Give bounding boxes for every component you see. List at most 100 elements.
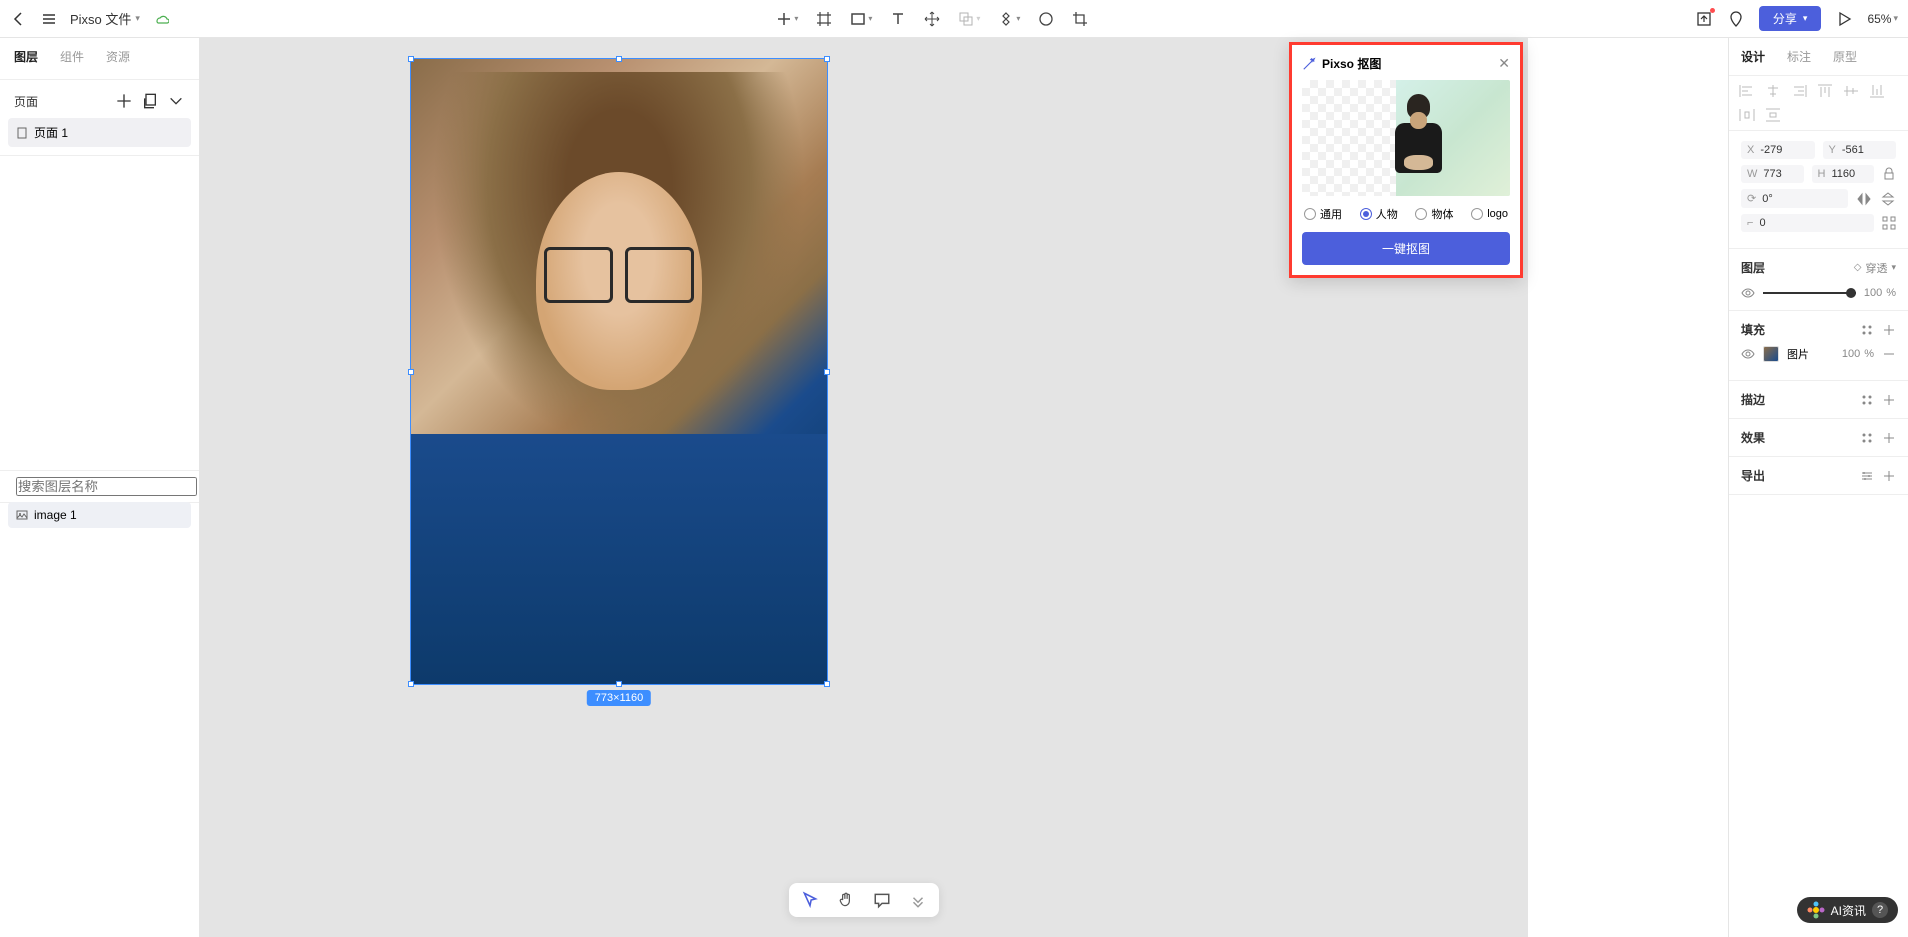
tab-prototype[interactable]: 原型 bbox=[1833, 48, 1857, 65]
fill-item[interactable]: 图片 100 % bbox=[1741, 338, 1896, 370]
tab-design[interactable]: 设计 bbox=[1741, 48, 1765, 65]
resize-handle-tm[interactable] bbox=[616, 56, 622, 62]
layer-item[interactable]: image 1 bbox=[8, 502, 191, 528]
add-page-icon[interactable] bbox=[115, 92, 133, 110]
component-tool-icon[interactable]: ▾ bbox=[998, 11, 1020, 27]
fill-type-label: 图片 bbox=[1787, 346, 1809, 362]
fill-style-icon[interactable] bbox=[1860, 323, 1874, 337]
tab-layers[interactable]: 图层 bbox=[14, 48, 38, 69]
layer-section-title: 图层 bbox=[1741, 259, 1765, 276]
radio-object[interactable]: 物体 bbox=[1415, 206, 1453, 222]
pages-label: 页面 bbox=[14, 93, 38, 110]
popup-header: Pixso 抠图 ✕ bbox=[1302, 55, 1510, 80]
boolean-tool-icon[interactable]: ▾ bbox=[958, 11, 980, 27]
add-tool-icon[interactable]: ▾ bbox=[776, 11, 798, 27]
resize-handle-tr[interactable] bbox=[824, 56, 830, 62]
rectangle-tool-icon[interactable]: ▾ bbox=[850, 11, 872, 27]
cutout-button[interactable]: 一键抠图 bbox=[1302, 232, 1510, 265]
more-tools-icon[interactable] bbox=[909, 891, 927, 909]
opacity-slider[interactable] bbox=[1763, 292, 1856, 294]
fill-swatch[interactable] bbox=[1763, 346, 1779, 362]
h-field[interactable]: H1160 bbox=[1812, 165, 1875, 183]
selected-image[interactable]: 773×1160 bbox=[410, 58, 828, 685]
add-fill-icon[interactable] bbox=[1882, 323, 1896, 337]
resize-handle-mr[interactable] bbox=[824, 369, 830, 375]
resize-handle-tl[interactable] bbox=[408, 56, 414, 62]
comment-tool-icon[interactable] bbox=[873, 891, 891, 909]
share-button[interactable]: 分享▾ bbox=[1759, 6, 1822, 31]
close-icon[interactable]: ✕ bbox=[1498, 55, 1510, 72]
align-hcenter-icon[interactable] bbox=[1765, 84, 1781, 98]
copy-page-icon[interactable] bbox=[141, 92, 159, 110]
layer-search[interactable] bbox=[0, 470, 199, 503]
page-item[interactable]: 页面 1 bbox=[8, 118, 191, 147]
location-icon[interactable] bbox=[1727, 10, 1745, 28]
tab-assets[interactable]: 资源 bbox=[106, 48, 130, 69]
add-stroke-icon[interactable] bbox=[1882, 393, 1896, 407]
add-export-icon[interactable] bbox=[1882, 469, 1896, 483]
lock-aspect-icon[interactable] bbox=[1882, 167, 1896, 181]
resize-handle-br[interactable] bbox=[824, 681, 830, 687]
flip-v-icon[interactable] bbox=[1880, 192, 1896, 206]
y-field[interactable]: Y-561 bbox=[1823, 141, 1897, 159]
radius-field[interactable]: ⌐0 bbox=[1741, 214, 1874, 232]
align-bottom-icon[interactable] bbox=[1869, 84, 1885, 98]
visibility-icon[interactable] bbox=[1741, 286, 1755, 300]
effect-title: 效果 bbox=[1741, 429, 1765, 446]
export-settings-icon[interactable] bbox=[1860, 469, 1874, 483]
play-icon[interactable] bbox=[1835, 10, 1853, 28]
text-tool-icon[interactable] bbox=[890, 11, 906, 27]
transform-section: X-279 Y-561 W773 H1160 ⟳0° ⌐0 bbox=[1729, 131, 1908, 249]
radio-general[interactable]: 通用 bbox=[1304, 206, 1342, 222]
file-name-text: Pixso 文件 bbox=[70, 9, 131, 28]
align-top-icon[interactable] bbox=[1817, 84, 1833, 98]
distribute-h-icon[interactable] bbox=[1739, 108, 1755, 122]
radio-logo[interactable]: logo bbox=[1471, 206, 1508, 222]
frame-tool-icon[interactable] bbox=[816, 11, 832, 27]
corner-detail-icon[interactable] bbox=[1882, 216, 1896, 230]
tab-annotate[interactable]: 标注 bbox=[1787, 48, 1811, 65]
zoom-control[interactable]: 65%▾ bbox=[1867, 12, 1898, 26]
move-tool-icon[interactable] bbox=[924, 11, 940, 27]
selection-size-badge: 773×1160 bbox=[587, 690, 651, 706]
back-icon[interactable] bbox=[10, 10, 28, 28]
flip-h-icon[interactable] bbox=[1856, 192, 1872, 206]
radio-person[interactable]: 人物 bbox=[1360, 206, 1398, 222]
cloud-sync-icon[interactable] bbox=[152, 10, 170, 28]
align-vcenter-icon[interactable] bbox=[1843, 84, 1859, 98]
hand-tool-icon[interactable] bbox=[837, 891, 855, 909]
export-icon[interactable] bbox=[1695, 10, 1713, 28]
left-tabs: 图层 组件 资源 bbox=[0, 38, 199, 80]
stroke-style-icon[interactable] bbox=[1860, 393, 1874, 407]
resize-handle-bm[interactable] bbox=[616, 681, 622, 687]
x-field[interactable]: X-279 bbox=[1741, 141, 1815, 159]
pointer-tool-icon[interactable] bbox=[801, 891, 819, 909]
fill-opacity[interactable]: 100 % bbox=[1842, 348, 1874, 360]
remove-fill-icon[interactable] bbox=[1882, 347, 1896, 361]
ellipse-tool-icon[interactable] bbox=[1038, 11, 1054, 27]
distribute-v-icon[interactable] bbox=[1765, 108, 1781, 122]
left-sidebar: 图层 组件 资源 页面 页面 1 image 1 bbox=[0, 38, 200, 937]
file-name[interactable]: Pixso 文件▾ bbox=[70, 9, 140, 28]
right-sidebar: 设计 标注 原型 X-279 Y-561 W773 H1160 ⟳0° ⌐0 bbox=[1728, 38, 1908, 937]
collapse-pages-icon[interactable] bbox=[167, 92, 185, 110]
align-right-icon[interactable] bbox=[1791, 84, 1807, 98]
effect-section: 效果 bbox=[1729, 419, 1908, 457]
align-controls bbox=[1729, 76, 1908, 131]
resize-handle-bl[interactable] bbox=[408, 681, 414, 687]
align-left-icon[interactable] bbox=[1739, 84, 1755, 98]
tab-components[interactable]: 组件 bbox=[60, 48, 84, 69]
help-widget[interactable]: AI资讯 ? bbox=[1797, 897, 1898, 923]
popup-title-text: Pixso 抠图 bbox=[1322, 55, 1381, 72]
opacity-value[interactable]: 100 % bbox=[1864, 287, 1896, 299]
w-field[interactable]: W773 bbox=[1741, 165, 1804, 183]
fill-visibility-icon[interactable] bbox=[1741, 347, 1755, 361]
resize-handle-ml[interactable] bbox=[408, 369, 414, 375]
rotation-field[interactable]: ⟳0° bbox=[1741, 189, 1848, 208]
add-effect-icon[interactable] bbox=[1882, 431, 1896, 445]
blend-mode[interactable]: ◇穿透▾ bbox=[1854, 260, 1896, 276]
search-input[interactable] bbox=[16, 477, 197, 496]
menu-icon[interactable] bbox=[40, 10, 58, 28]
crop-tool-icon[interactable] bbox=[1072, 11, 1088, 27]
effect-style-icon[interactable] bbox=[1860, 431, 1874, 445]
